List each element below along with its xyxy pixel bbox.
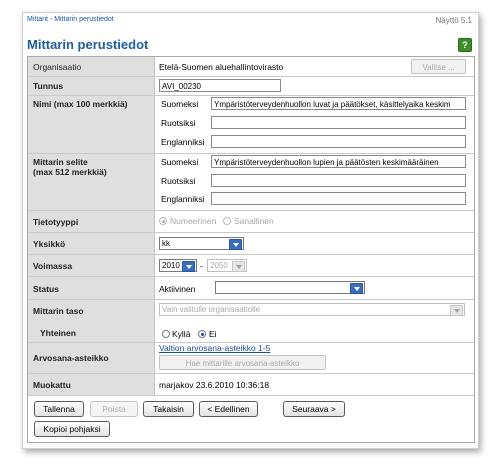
chevron-down-icon — [450, 305, 463, 316]
mittarin-taso-value: Vain valitulle organisaatiolle — [162, 305, 261, 314]
row-arvosana: Arvosana-asteikko Valtion arvosana-astei… — [28, 343, 474, 374]
help-icon[interactable]: ? — [458, 38, 472, 52]
label-tietotyyppi: Tietotyyppi — [33, 217, 79, 227]
page-title: Mittarin perustiedot — [27, 37, 149, 52]
label-muokattu: Muokattu — [33, 380, 71, 390]
voimassa-from-value: 2010 — [162, 261, 180, 270]
selite-lang-fi: Suomeksi — [161, 157, 199, 167]
chevron-down-icon — [182, 261, 195, 272]
back-button[interactable]: Takaisin — [143, 401, 194, 417]
selite-suomeksi-input[interactable]: Ympäristöterveydenhuollon lupien ja päät… — [211, 155, 466, 168]
nimi-lang-fi: Suomeksi — [161, 99, 199, 109]
row-muokattu: Muokattu marjakov 23.6.2010 10:36:18 — [28, 374, 474, 396]
voimassa-to-value: 2050 — [210, 261, 228, 270]
sanallinen-label: Sanallinen — [234, 216, 274, 226]
sanallinen-radio[interactable] — [223, 217, 231, 225]
yhteinen-ei-radio[interactable] — [198, 330, 206, 338]
form-table: Organisaatio Etelä-Suomen aluehallintovi… — [27, 56, 475, 443]
view-id: Näyttö 5.1 — [435, 16, 472, 25]
row-tietotyyppi: Tietotyyppi Numeerinen Sanallinen — [28, 211, 474, 233]
nimi-lang-sv: Ruotsiksi — [161, 118, 196, 128]
yhteinen-kylla-radio[interactable] — [162, 330, 170, 338]
label-selite-max: (max 512 merkkiä) — [33, 167, 107, 177]
valitse-button[interactable]: Valitse ... — [411, 59, 466, 74]
label-selite: Mittarin selite — [33, 157, 88, 167]
voimassa-to-select[interactable]: 2050 — [207, 259, 247, 272]
voimassa-separator: - — [200, 261, 203, 271]
nimi-ruotsiksi-input[interactable] — [211, 116, 466, 129]
label-arvosana: Arvosana-asteikko — [33, 353, 109, 363]
chevron-down-icon — [229, 239, 242, 250]
row-organisaatio: Organisaatio Etelä-Suomen aluehallintovi… — [28, 57, 474, 77]
breadcrumb[interactable]: Mittarit - Mittarin perustiedot — [27, 16, 114, 23]
yksikko-select[interactable]: kk — [159, 237, 244, 250]
numeerinen-radio[interactable] — [159, 217, 167, 225]
status-select[interactable] — [215, 281, 365, 294]
previous-button[interactable]: < Edellinen — [199, 401, 258, 417]
label-voimassa: Voimassa — [33, 261, 73, 271]
status-label: Aktiivinen — [159, 284, 196, 294]
tunnus-input[interactable]: AVI_00230 — [159, 79, 281, 92]
row-yksikko: Yksikkö kk — [28, 233, 474, 255]
window-frame: Mittarit - Mittarin perustiedot Näyttö 5… — [22, 12, 479, 449]
top-bar: Mittarit - Mittarin perustiedot Näyttö 5… — [27, 16, 474, 26]
yksikko-value: kk — [162, 239, 170, 248]
label-yksikko: Yksikkö — [33, 239, 66, 249]
label-nimi: Nimi (max 100 merkkiä) — [33, 99, 128, 109]
nimi-lang-en: Englanniksi — [161, 137, 205, 147]
hae-arvosana-button[interactable]: Hae mittarille arvosana-asteikko — [159, 355, 326, 370]
action-bar: Tallenna Poista Takaisin < Edellinen Seu… — [28, 398, 474, 438]
mittarin-taso-select[interactable]: Vain valitulle organisaatiolle — [159, 303, 465, 316]
voimassa-from-select[interactable]: 2010 — [159, 259, 197, 272]
label-mittarin-taso: Mittarin taso — [33, 306, 84, 316]
save-button[interactable]: Tallenna — [34, 401, 84, 417]
delete-button[interactable]: Poista — [90, 401, 138, 417]
numeerinen-label: Numeerinen — [170, 216, 217, 226]
next-button[interactable]: Seuraava > — [283, 401, 345, 417]
row-tunnus: Tunnus AVI_00230 — [28, 77, 474, 96]
selite-lang-sv: Ruotsiksi — [161, 176, 196, 186]
row-voimassa: Voimassa 2010 - 2050 — [28, 255, 474, 277]
yhteinen-kylla-label: Kyllä — [172, 329, 191, 339]
label-yhteinen: Yhteinen — [40, 328, 76, 338]
arvosana-link[interactable]: Valtion arvosana-asteikko 1-5 — [159, 343, 270, 353]
label-organisaatio: Organisaatio — [33, 62, 82, 72]
label-status: Status — [33, 284, 59, 294]
yhteinen-ei-label: Ei — [209, 329, 217, 339]
row-nimi: Nimi (max 100 merkkiä) Suomeksi Ympärist… — [28, 96, 474, 154]
muokattu-value: marjakov 23.6.2010 10:36:18 — [159, 380, 270, 390]
selite-lang-en: Englanniksi — [161, 194, 205, 204]
selite-englanniksi-input[interactable] — [211, 192, 466, 205]
chevron-down-icon — [350, 283, 363, 294]
organisaatio-value: Etelä-Suomen aluehallintovirasto — [159, 62, 284, 72]
row-status: Status Aktiivinen — [28, 277, 474, 300]
nimi-englanniksi-input[interactable] — [211, 135, 466, 148]
copy-template-button[interactable]: Kopioi pohjaksi — [34, 421, 110, 437]
row-mittarin-taso: Mittarin taso Yhteinen Vain valitulle or… — [28, 300, 474, 343]
row-selite: Mittarin selite (max 512 merkkiä) Suomek… — [28, 154, 474, 211]
selite-ruotsiksi-input[interactable] — [211, 174, 466, 187]
chevron-down-icon — [232, 261, 245, 272]
label-tunnus: Tunnus — [33, 81, 64, 91]
nimi-suomeksi-input[interactable]: Ympäristöterveydenhuollon luvat ja päätö… — [211, 97, 466, 110]
